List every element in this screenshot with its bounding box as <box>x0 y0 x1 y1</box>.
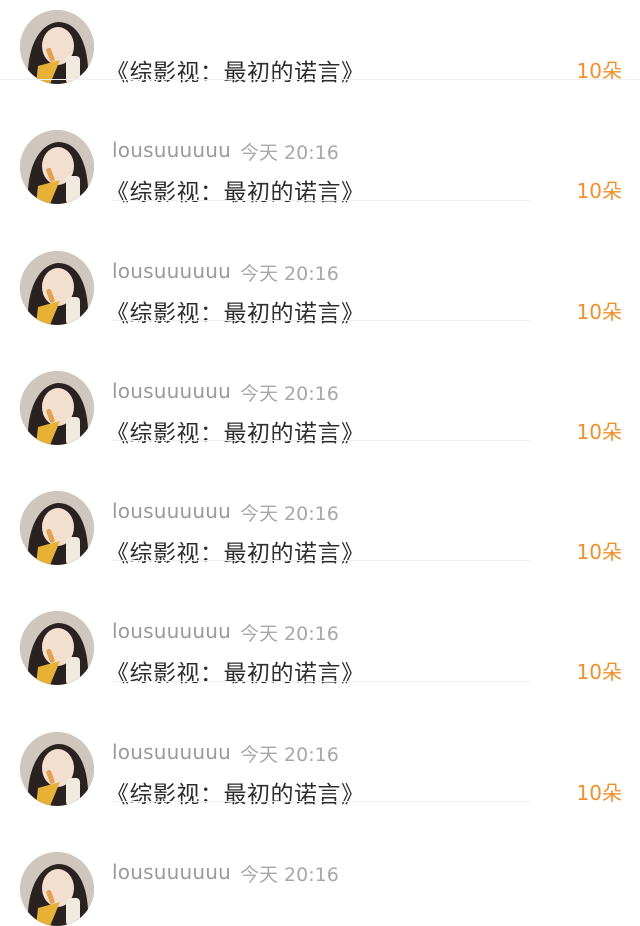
timestamp: 今天 20:16 <box>240 623 339 646</box>
avatar-photo-icon <box>20 491 94 566</box>
timestamp: 今天 20:16 <box>240 262 339 285</box>
avatar-photo-icon <box>20 130 94 205</box>
username[interactable]: lousuuuuuu <box>112 499 231 523</box>
avatar-photo-icon <box>20 731 94 806</box>
avatar-photo-icon <box>20 852 94 926</box>
timestamp: 今天 20:16 <box>240 743 339 766</box>
user-avatar[interactable] <box>20 611 94 686</box>
username[interactable]: lousuuuuuu <box>112 860 231 884</box>
list-item[interactable]: lousuuuuuu 今天 20:16 《综影视：最初的诺言》 10朵 <box>0 201 640 327</box>
user-avatar[interactable] <box>20 370 94 445</box>
username[interactable]: lousuuuuuu <box>112 259 231 283</box>
username[interactable]: lousuuuuuu <box>112 740 231 764</box>
list-item[interactable]: lousuuuuuu 今天 20:16 <box>0 802 640 926</box>
avatar-photo-icon <box>20 250 94 325</box>
user-avatar[interactable] <box>20 852 94 926</box>
user-avatar[interactable] <box>20 731 94 806</box>
list-item[interactable]: 《综影视：最初的诺言》 10朵 <box>0 0 640 86</box>
avatar-photo-icon <box>20 10 94 84</box>
user-avatar[interactable] <box>20 250 94 325</box>
user-avatar[interactable] <box>20 130 94 205</box>
list-item[interactable]: lousuuuuuu 今天 20:16 《综影视：最初的诺言》 10朵 <box>0 561 640 687</box>
timestamp: 今天 20:16 <box>240 382 339 405</box>
gift-record-list: 《综影视：最初的诺言》 10朵 lousuuuuuu 今天 20:16 《综影视… <box>0 0 640 926</box>
timestamp: 今天 20:16 <box>240 142 339 165</box>
username[interactable]: lousuuuuuu <box>112 138 231 162</box>
user-avatar[interactable] <box>20 10 94 84</box>
avatar-photo-icon <box>20 611 94 686</box>
list-item[interactable]: lousuuuuuu 今天 20:16 《综影视：最初的诺言》 10朵 <box>0 80 640 206</box>
list-item[interactable]: lousuuuuuu 今天 20:16 《综影视：最初的诺言》 10朵 <box>0 441 640 567</box>
username[interactable]: lousuuuuuu <box>112 379 231 403</box>
timestamp: 今天 20:16 <box>240 864 339 887</box>
list-item[interactable]: lousuuuuuu 今天 20:16 《综影视：最初的诺言》 10朵 <box>0 321 640 447</box>
username[interactable]: lousuuuuuu <box>112 619 231 643</box>
timestamp: 今天 20:16 <box>240 503 339 526</box>
user-avatar[interactable] <box>20 491 94 566</box>
list-item[interactable]: lousuuuuuu 今天 20:16 《综影视：最初的诺言》 10朵 <box>0 682 640 808</box>
avatar-photo-icon <box>20 370 94 445</box>
